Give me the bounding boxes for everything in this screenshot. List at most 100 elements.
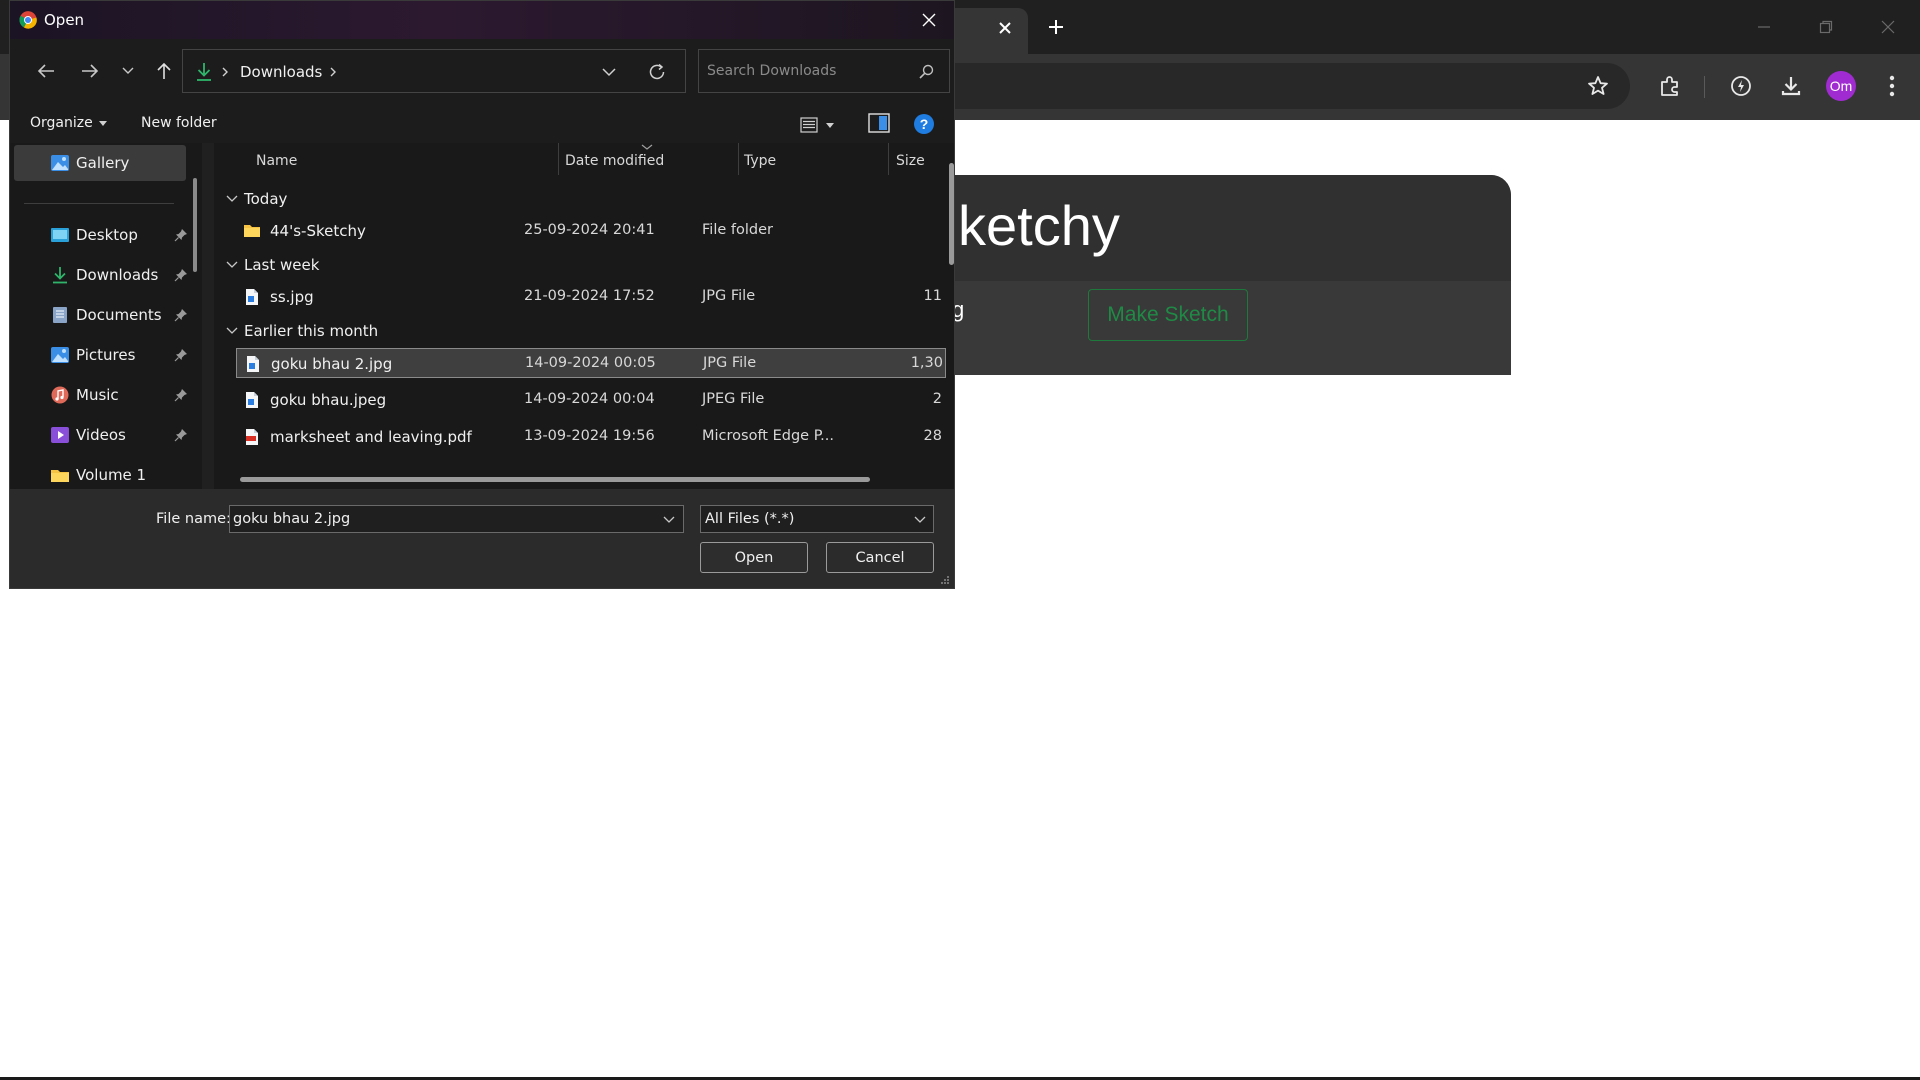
column-header-row: Name Date modified Type Size	[214, 143, 944, 177]
nav-item-downloads[interactable]: Downloads	[14, 257, 187, 293]
column-size[interactable]: Size	[896, 153, 925, 169]
image-file-icon	[246, 392, 258, 408]
file-type-select[interactable]: All Files (*.*)	[700, 505, 934, 533]
file-type: JPG File	[702, 288, 756, 304]
file-row[interactable]: goku bhau.jpeg 14-09-2024 00:04 JPEG Fil…	[236, 385, 946, 415]
file-date: 14-09-2024 00:04	[524, 391, 655, 407]
file-type: File folder	[702, 222, 773, 238]
pictures-icon	[51, 347, 69, 363]
file-date: 14-09-2024 00:05	[525, 355, 656, 371]
group-label: Earlier this month	[244, 322, 379, 340]
download-icon[interactable]	[1777, 72, 1805, 100]
chevron-down-icon[interactable]	[662, 512, 676, 526]
dialog-close-icon[interactable]	[916, 7, 942, 33]
group-header-last-week[interactable]: Last week	[214, 252, 934, 278]
file-name-combo[interactable]	[229, 505, 684, 533]
resize-grip-icon[interactable]	[938, 575, 950, 585]
minimize-icon[interactable]	[1750, 13, 1778, 41]
profile-avatar[interactable]: Om	[1826, 71, 1856, 101]
address-box[interactable]: Downloads	[182, 49, 686, 93]
group-header-earlier-this-month[interactable]: Earlier this month	[214, 318, 934, 344]
column-divider[interactable]	[738, 143, 739, 175]
file-size: 28	[923, 428, 942, 444]
group-header-today[interactable]: Today	[214, 186, 934, 212]
nav-item-gallery[interactable]: Gallery	[14, 145, 186, 181]
up-arrow-icon[interactable]	[150, 57, 178, 85]
file-row-selected[interactable]: goku bhau 2.jpg 14-09-2024 00:05 JPG Fil…	[236, 348, 946, 378]
column-divider[interactable]	[888, 143, 889, 175]
file-name-input[interactable]	[233, 506, 653, 532]
nav-item-documents[interactable]: Documents	[14, 297, 187, 333]
refresh-icon[interactable]	[645, 61, 669, 83]
nav-item-music[interactable]: Music	[14, 377, 187, 413]
image-file-icon	[247, 356, 259, 372]
open-file-dialog: Open Downloads Search Downloads Organize…	[9, 0, 955, 589]
file-row[interactable]: ss.jpg 21-09-2024 17:52 JPG File 11	[236, 282, 946, 312]
vertical-scrollbar[interactable]	[949, 163, 954, 265]
file-name: goku bhau.jpeg	[270, 391, 387, 409]
recent-locations-chevron-icon[interactable]	[114, 57, 142, 85]
file-row[interactable]: marksheet and leaving.pdf 13-09-2024 19:…	[236, 422, 946, 452]
nav-label: Pictures	[76, 346, 136, 364]
file-type-value: All Files (*.*)	[705, 511, 795, 527]
extensions-icon[interactable]	[1656, 72, 1684, 100]
restore-icon[interactable]	[1812, 13, 1840, 41]
breadcrumb-chevron-icon[interactable]	[219, 64, 231, 80]
pdf-file-icon	[246, 429, 258, 445]
pin-icon	[174, 389, 187, 402]
column-date-modified[interactable]: Date modified	[565, 153, 664, 169]
column-type[interactable]: Type	[744, 153, 776, 169]
breadcrumb-chevron-icon[interactable]	[327, 64, 339, 80]
column-name[interactable]: Name	[256, 153, 297, 169]
open-button[interactable]: Open	[700, 542, 808, 573]
pin-icon	[174, 229, 187, 242]
horizontal-scrollbar[interactable]	[240, 477, 870, 482]
file-list: Name Date modified Type Size Today 44's-…	[214, 143, 954, 489]
window-close-icon[interactable]	[1874, 13, 1902, 41]
nav-scrollbar[interactable]	[193, 178, 197, 272]
change-view-button[interactable]	[800, 113, 844, 137]
address-bar[interactable]	[930, 63, 1630, 109]
search-icon[interactable]	[917, 63, 935, 81]
new-tab-icon[interactable]	[1042, 13, 1070, 41]
breadcrumb-downloads[interactable]: Downloads	[240, 63, 322, 81]
forward-arrow-icon[interactable]	[76, 57, 104, 85]
downloads-icon	[53, 267, 67, 284]
nav-label: Videos	[76, 426, 126, 444]
navigation-row: Downloads	[10, 39, 954, 107]
nav-label: Music	[76, 386, 119, 404]
folder-icon	[51, 470, 69, 482]
nav-item-volume-1[interactable]: Volume 1	[14, 457, 186, 489]
dialog-footer: File name: All Files (*.*) Open Cancel	[10, 489, 954, 588]
nav-item-pictures[interactable]: Pictures	[14, 337, 187, 373]
group-label: Last week	[244, 256, 320, 274]
file-row[interactable]: 44's-Sketchy 25-09-2024 20:41 File folde…	[236, 216, 946, 246]
organize-button[interactable]: Organize	[30, 115, 107, 131]
search-input[interactable]	[707, 50, 917, 92]
caret-down-icon	[826, 122, 834, 128]
nav-item-desktop[interactable]: Desktop	[14, 217, 187, 253]
search-box[interactable]	[698, 49, 950, 93]
make-sketch-button[interactable]: Make Sketch	[1088, 289, 1248, 341]
toolbar-separator	[1704, 76, 1705, 98]
tab-close-icon[interactable]	[991, 14, 1019, 42]
dialog-title-bar[interactable]: Open	[10, 1, 954, 39]
pin-icon	[174, 349, 187, 362]
column-divider[interactable]	[558, 143, 559, 175]
file-date: 21-09-2024 17:52	[524, 288, 655, 304]
performance-icon[interactable]	[1727, 72, 1755, 100]
chevron-down-icon	[226, 195, 238, 202]
organize-label: Organize	[30, 115, 93, 131]
address-dropdown-icon[interactable]	[598, 61, 620, 83]
back-arrow-icon[interactable]	[32, 57, 60, 85]
preview-pane-icon[interactable]	[868, 113, 892, 137]
help-icon[interactable]: ?	[913, 113, 937, 137]
more-menu-icon[interactable]	[1878, 72, 1906, 100]
bookmark-star-icon[interactable]	[1584, 72, 1612, 100]
nav-label: Desktop	[76, 226, 138, 244]
videos-icon	[51, 427, 69, 443]
nav-item-videos[interactable]: Videos	[14, 417, 187, 453]
new-folder-button[interactable]: New folder	[141, 115, 217, 131]
cancel-button[interactable]: Cancel	[826, 542, 934, 573]
nav-label: Downloads	[76, 266, 159, 284]
